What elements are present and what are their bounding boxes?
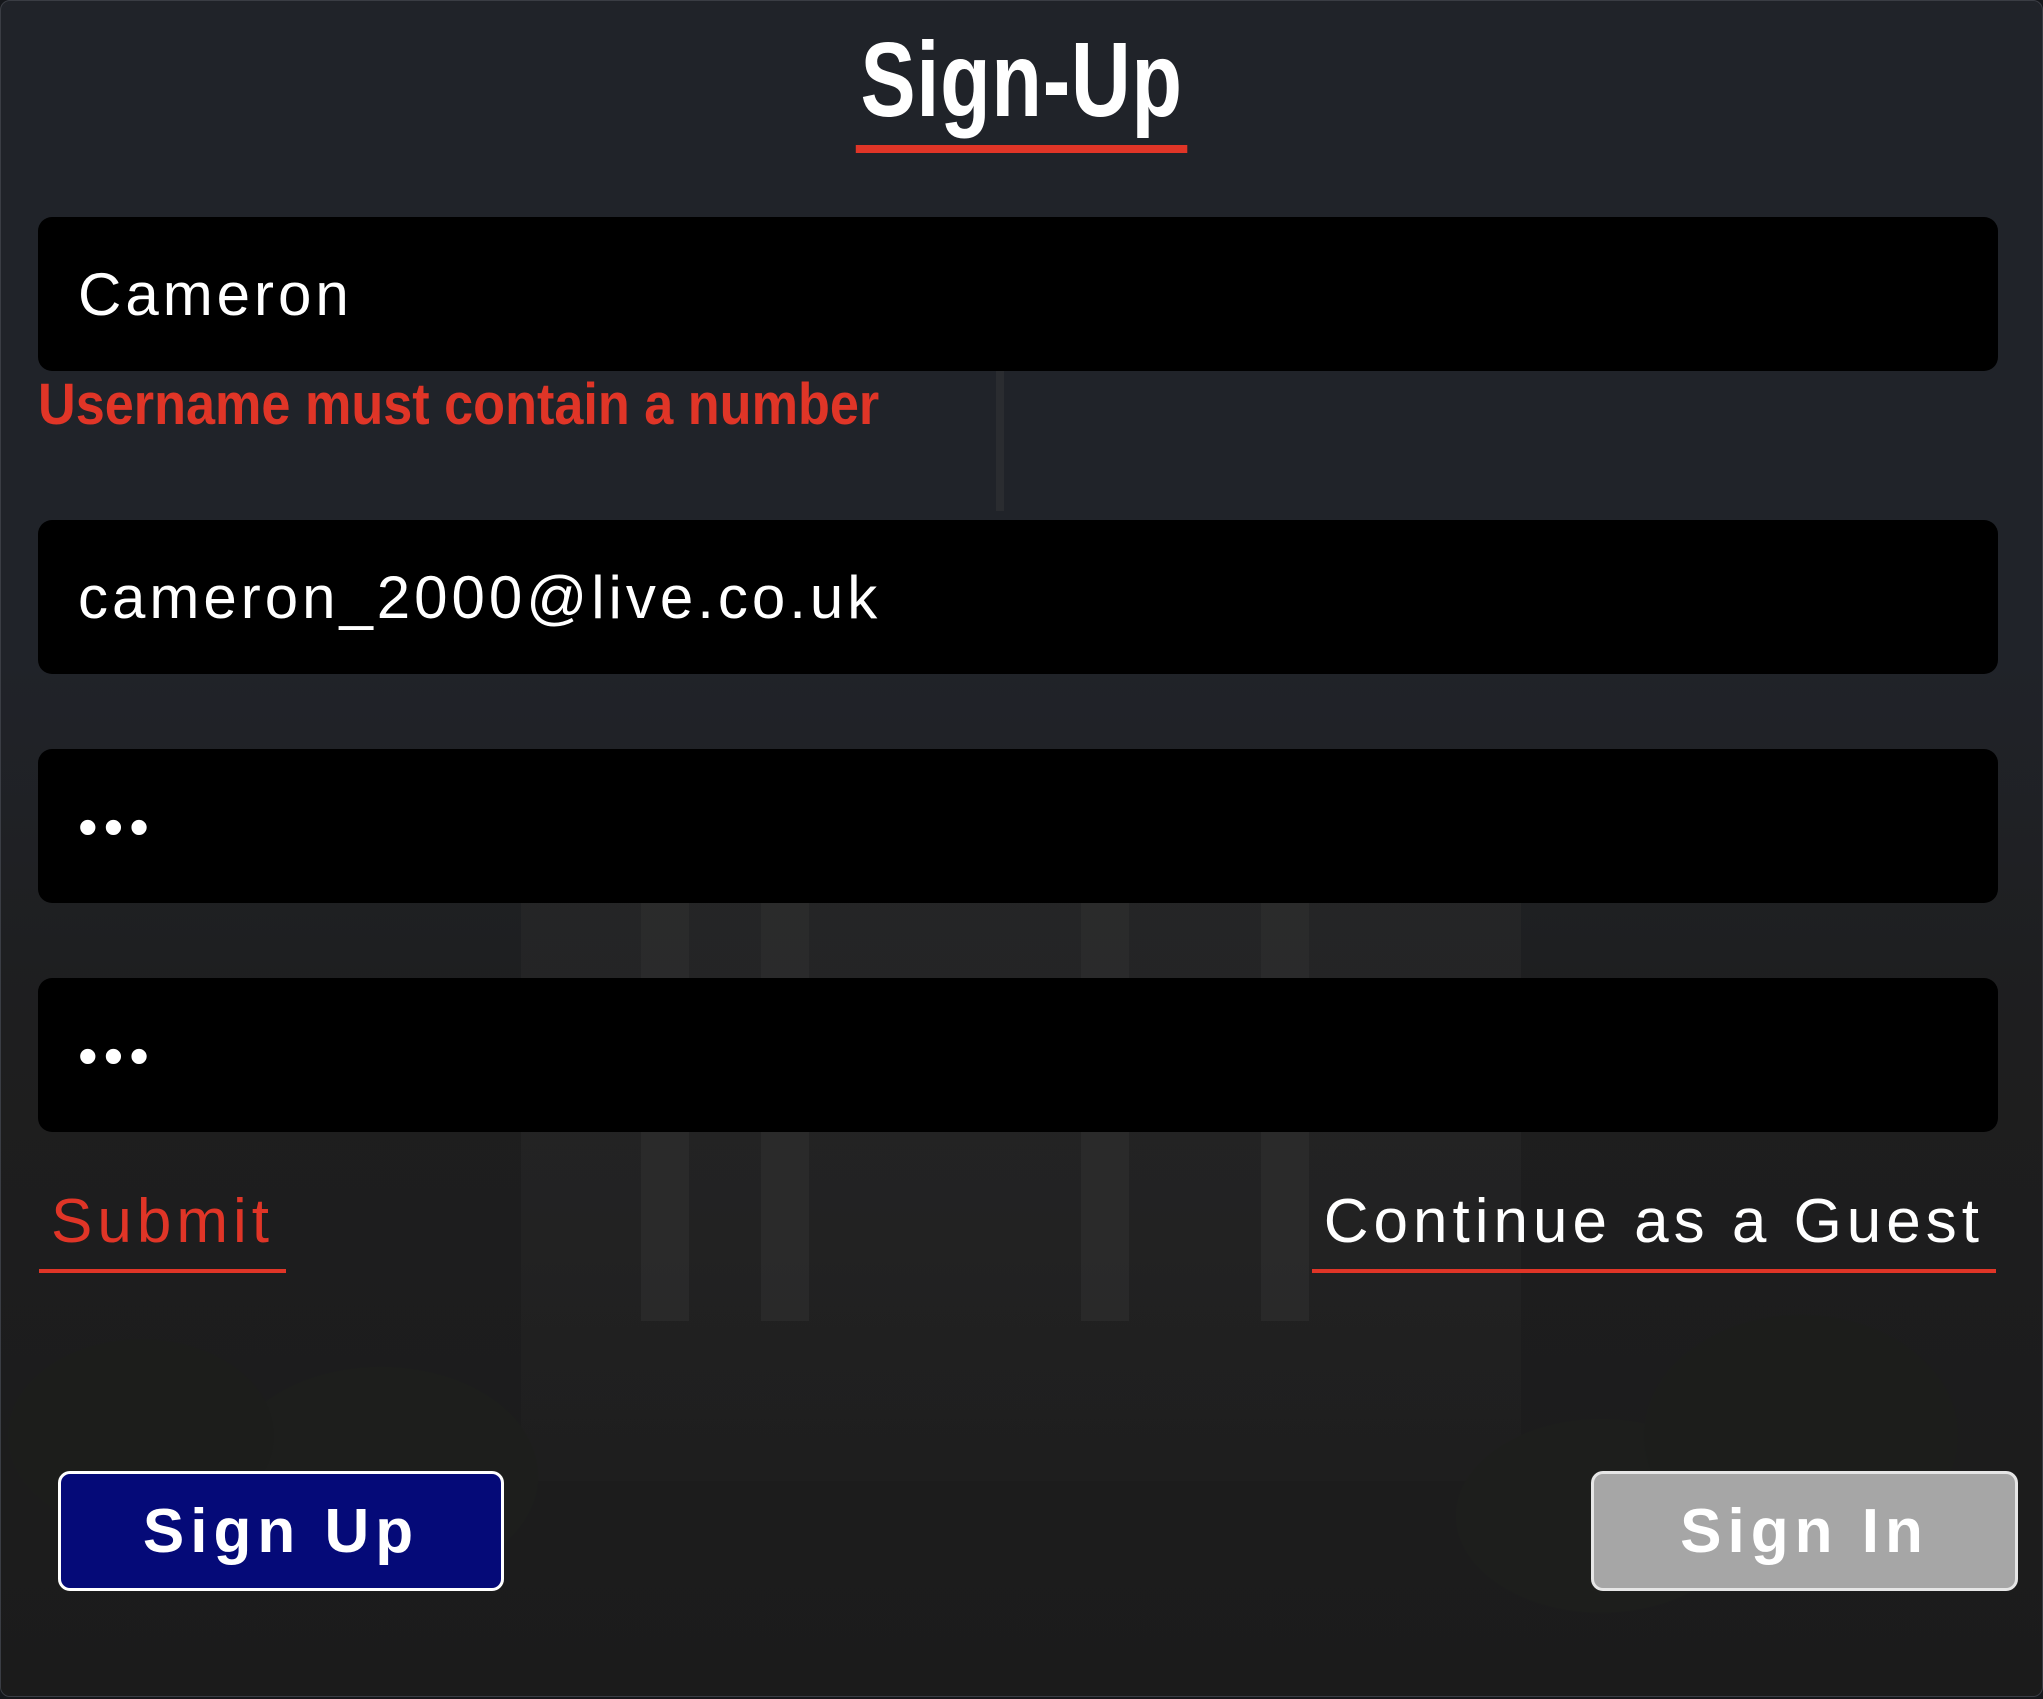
page-title-wrap: Sign-Up [1,21,2042,153]
continue-as-guest-link[interactable]: Continue as a Guest [1311,1186,1996,1273]
password-field[interactable]: ••• [38,749,1998,903]
signup-panel: Sign-Up Cameron Username must contain a … [0,0,2043,1697]
username-value: Cameron [78,260,353,328]
submit-link[interactable]: Submit [39,1186,286,1273]
email-field[interactable]: cameron_2000@live.co.uk [38,520,1998,674]
background-flagpole [996,361,1004,511]
username-error-message: Username must contain a number [38,372,880,437]
confirm-password-field[interactable]: ••• [38,978,1998,1132]
username-field[interactable]: Cameron [38,217,1998,371]
sign-in-button[interactable]: Sign In [1591,1471,2018,1591]
email-value: cameron_2000@live.co.uk [78,563,882,631]
password-value: ••• [78,794,155,858]
confirm-password-value: ••• [78,1023,155,1087]
page-title: Sign-Up [855,21,1188,153]
sign-up-button[interactable]: Sign Up [58,1471,504,1591]
